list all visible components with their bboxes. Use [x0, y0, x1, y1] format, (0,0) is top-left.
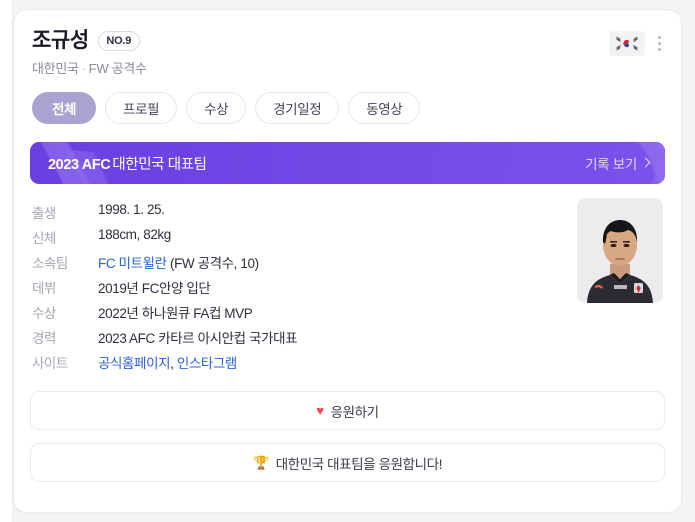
player-name-row: 조규성 NO.9 — [32, 29, 661, 52]
club-detail: (FW 공격수, 10) — [166, 256, 259, 272]
kebab-dot — [658, 36, 661, 39]
support-button-label: 대한민국 대표팀을 응원합니다! — [275, 456, 443, 472]
national-team-banner[interactable]: 2023 AFC 대한민국 대표팀 기록 보기 — [30, 142, 665, 185]
avatar — [577, 198, 663, 304]
table-row: 소속팀 FC 미트윌란 (FW 공격수, 10) — [32, 252, 567, 277]
table-row: 경력 2023 AFC 카타르 아시안컵 국가대표 — [32, 327, 567, 352]
kebab-dot — [658, 42, 661, 45]
table-row: 신체 188cm, 82kg — [32, 227, 567, 252]
header-actions — [610, 32, 665, 55]
info-label-birth: 출생 — [32, 206, 56, 222]
player-subtitle: 대한민국 · FW 공격수 — [32, 58, 661, 77]
trophy-icon: 🏆 — [252, 455, 269, 471]
kebab-menu-icon[interactable] — [654, 33, 665, 54]
tab-videos[interactable]: 동영상 — [348, 92, 421, 125]
info-label-club: 소속팀 — [32, 256, 68, 272]
profile-info-table: 출생 1998. 1. 25. 신체 188cm, 82kg 소속팀 FC 미트… — [32, 202, 567, 377]
player-profile-card: 조규성 NO.9 대한민국 · FW 공격수 전체 프로필 수상 경기일정 동영… — [13, 9, 682, 513]
player-photo-wrapper — [577, 198, 663, 377]
info-value-debut: 2019년 FC안양 입단 — [98, 281, 211, 297]
table-row: 사이트 공식홈페이지, 인스타그램 — [32, 352, 567, 377]
info-value-award: 2022년 하나원큐 FA컵 MVP — [98, 306, 253, 322]
tab-schedule[interactable]: 경기일정 — [255, 92, 340, 125]
view-records-label: 기록 보기 — [585, 157, 637, 173]
info-label-site: 사이트 — [32, 356, 68, 372]
info-label-award: 수상 — [32, 306, 56, 322]
banner-title-strong: 2023 AFC — [48, 156, 111, 173]
subtitle-separator: · — [81, 61, 86, 77]
page-root: 조규성 NO.9 대한민국 · FW 공격수 전체 프로필 수상 경기일정 동영… — [0, 0, 695, 522]
card-header: 조규성 NO.9 대한민국 · FW 공격수 — [14, 10, 681, 77]
profile-body: 출생 1998. 1. 25. 신체 188cm, 82kg 소속팀 FC 미트… — [14, 184, 681, 377]
site-separator: , — [170, 356, 177, 372]
view-records-link[interactable]: 기록 보기 — [585, 153, 651, 173]
table-row: 데뷔 2019년 FC안양 입단 — [32, 277, 567, 302]
kebab-dot — [658, 48, 661, 51]
info-value-physique: 188cm, 82kg — [98, 227, 171, 243]
tab-profile[interactable]: 프로필 — [105, 92, 178, 125]
heart-icon: ♥ — [316, 403, 324, 419]
info-label-debut: 데뷔 — [32, 281, 56, 297]
instagram-link[interactable]: 인스타그램 — [177, 356, 238, 371]
player-position: FW 공격수 — [88, 61, 147, 77]
info-value-site: 공식홈페이지, 인스타그램 — [98, 352, 567, 377]
info-label-career: 경력 — [32, 331, 56, 347]
page-title: 조규성 — [32, 29, 89, 52]
left-rail — [0, 0, 13, 522]
info-value-career: 2023 AFC 카타르 아시안컵 국가대표 — [98, 331, 298, 347]
banner-title-rest: 대한민국 대표팀 — [112, 156, 207, 173]
official-homepage-link[interactable]: 공식홈페이지 — [98, 356, 171, 371]
info-value-birth: 1998. 1. 25. — [98, 202, 165, 218]
cheer-button[interactable]: ♥ 응원하기 — [30, 391, 665, 431]
tab-all[interactable]: 전체 — [32, 92, 97, 125]
banner-title: 2023 AFC 대한민국 대표팀 — [48, 153, 207, 174]
player-nationality: 대한민국 — [32, 61, 79, 77]
tab-awards[interactable]: 수상 — [186, 92, 247, 125]
info-value-club: FC 미트윌란 (FW 공격수, 10) — [98, 252, 567, 277]
table-row: 수상 2022년 하나원큐 FA컵 MVP — [32, 302, 567, 327]
cheer-button-label: 응원하기 — [330, 404, 379, 420]
support-national-team-button[interactable]: 🏆 대한민국 대표팀을 응원합니다! — [30, 443, 665, 483]
club-link[interactable]: FC 미트윌란 — [98, 256, 167, 271]
chevron-right-icon — [640, 157, 651, 168]
info-label-physique: 신체 — [32, 231, 56, 247]
south-korea-flag-icon — [610, 32, 644, 55]
tab-bar: 전체 프로필 수상 경기일정 동영상 — [14, 77, 681, 125]
action-button-group: ♥ 응원하기 🏆 대한민국 대표팀을 응원합니다! — [14, 377, 681, 483]
table-row: 출생 1998. 1. 25. — [32, 202, 567, 227]
status-badge: NO.9 — [97, 30, 140, 51]
